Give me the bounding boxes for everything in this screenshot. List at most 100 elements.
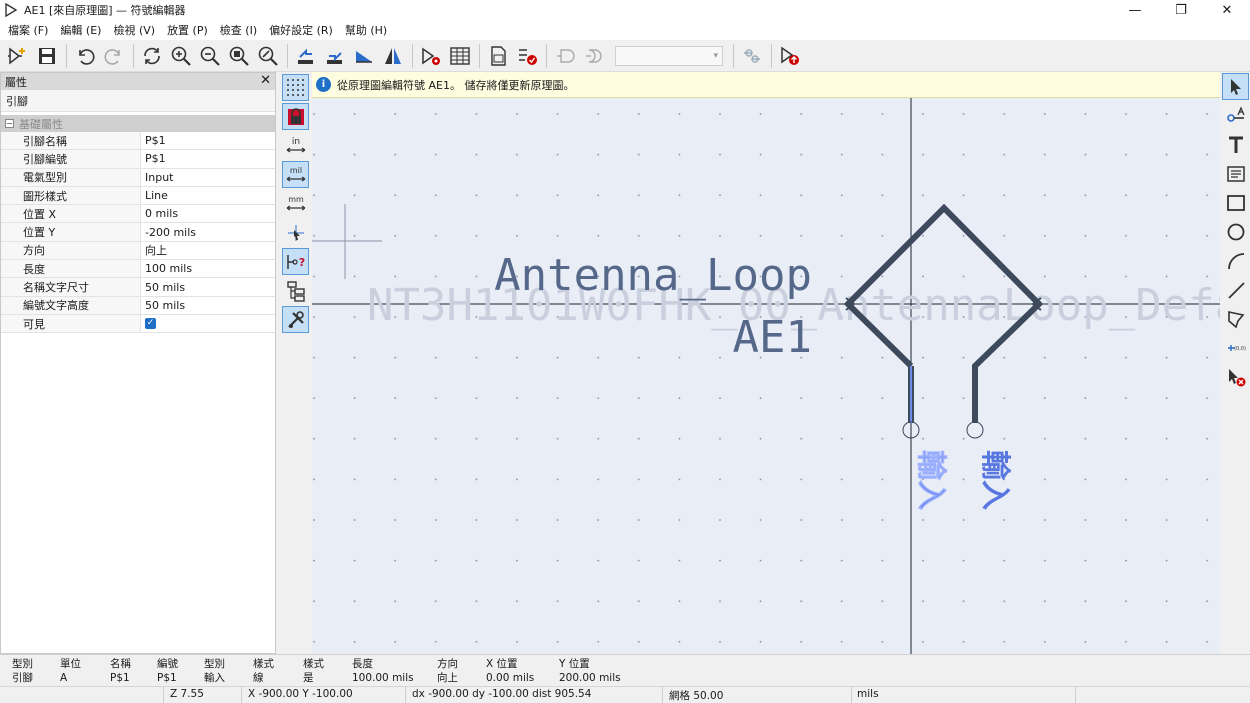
show-pin-types-button[interactable]: ?	[282, 248, 309, 275]
unit-selector[interactable]: ▾	[615, 45, 723, 66]
position-x-field[interactable]: 0 mils	[141, 205, 275, 222]
pin-2-type-label[interactable]: 輸入	[977, 450, 1012, 510]
minimize-button[interactable]: —	[1112, 0, 1158, 20]
update-schematic-button[interactable]	[776, 42, 803, 69]
reference-text[interactable]: AE1	[733, 312, 812, 363]
msg-header: 樣式	[303, 658, 324, 670]
symbol-properties-icon	[421, 47, 440, 65]
check-symbol-button[interactable]	[513, 42, 540, 69]
symbol-properties-button[interactable]	[417, 42, 444, 69]
zoom-out-icon	[200, 46, 220, 66]
zoom-objects-button[interactable]	[254, 42, 281, 69]
rotate-button[interactable]	[350, 42, 377, 69]
save-to-library-button[interactable]	[321, 42, 348, 69]
grid-override-button[interactable]	[282, 103, 309, 130]
pin-number-field[interactable]: P$1	[141, 150, 275, 167]
zoom-in-button[interactable]	[167, 42, 194, 69]
orientation-field[interactable]: 向上	[141, 242, 275, 259]
maximize-button[interactable]: ❐	[1158, 0, 1204, 20]
deMorgan-alternate-button[interactable]	[580, 42, 607, 69]
graphic-style-field[interactable]: Line	[141, 187, 275, 204]
position-y-field[interactable]: -200 mils	[141, 223, 275, 240]
pin-table-button[interactable]	[446, 42, 473, 69]
select-tool-button[interactable]	[1222, 73, 1249, 100]
units-mm-button[interactable]: mm	[282, 190, 309, 217]
demorgan-alternate-icon	[585, 48, 602, 63]
property-key: 編號文字高度	[1, 296, 141, 314]
menu-preferences[interactable]: 偏好設定 (R)	[263, 22, 339, 38]
status-separator	[241, 687, 242, 703]
polygon-icon	[1227, 310, 1244, 328]
refresh-button[interactable]	[138, 42, 165, 69]
close-window-button[interactable]: ✕	[1204, 0, 1250, 20]
add-circle-button[interactable]	[1222, 218, 1249, 245]
menu-edit[interactable]: 編輯 (E)	[54, 22, 107, 38]
new-symbol-button[interactable]	[4, 42, 31, 69]
toggle-grid-button[interactable]	[282, 74, 309, 101]
properties-panel-toggle-button[interactable]	[282, 306, 309, 333]
symbol-canvas[interactable]: NT3H1101W0FHK_00_AntennaLoop_Default_CLA…	[312, 98, 1220, 654]
menu-place[interactable]: 放置 (P)	[161, 22, 214, 38]
msg-header: X 位置	[486, 658, 518, 670]
add-arc-button[interactable]	[1222, 247, 1249, 274]
datasheet-button[interactable]	[484, 42, 511, 69]
electrical-type-field[interactable]: Input	[141, 169, 275, 186]
menu-file[interactable]: 檔案 (F)	[2, 22, 54, 38]
circle-icon	[1227, 223, 1244, 240]
pin-icon	[1226, 105, 1245, 122]
sync-pins-button[interactable]	[738, 42, 765, 69]
msg-col: 名稱 P$1	[110, 657, 131, 685]
load-from-library-button[interactable]	[292, 42, 319, 69]
right-toolbar: (0,0)	[1220, 72, 1250, 654]
window-title: AE1 [來自原理圖] — 符號編輯器	[24, 4, 186, 17]
mils-label: mil	[289, 166, 301, 175]
menu-help[interactable]: 幫助 (H)	[339, 22, 393, 38]
hierarchy-navigator-button[interactable]	[282, 277, 309, 304]
pin-1-type-label[interactable]: 輸入	[913, 450, 949, 511]
canvas-drawing[interactable]: NT3H1101W0FHK_00_AntennaLoop_Default_CLA…	[312, 98, 1220, 654]
length-field[interactable]: 100 mils	[141, 260, 275, 277]
cursor-style-button[interactable]	[282, 219, 309, 246]
info-icon: i	[316, 77, 331, 92]
anchor-icon: (0,0)	[1227, 344, 1245, 352]
toolbar-separator	[479, 43, 480, 68]
zoom-out-button[interactable]	[196, 42, 223, 69]
number-text-height-field[interactable]: 50 mils	[141, 297, 275, 314]
zoom-fit-button[interactable]	[225, 42, 252, 69]
symbol-name-text[interactable]: Antenna_Loop	[494, 250, 812, 301]
units-mils-button[interactable]: mil	[282, 161, 309, 188]
redo-button[interactable]	[100, 42, 127, 69]
add-pin-button[interactable]	[1222, 102, 1249, 129]
collapse-icon[interactable]: −	[5, 119, 14, 128]
property-group-header[interactable]: − 基礎屬性	[1, 115, 275, 132]
units-inches-button[interactable]: in	[282, 132, 309, 159]
add-line-button[interactable]	[1222, 276, 1249, 303]
pin-name-field[interactable]: P$1	[141, 132, 275, 149]
undo-button[interactable]	[71, 42, 98, 69]
menu-view[interactable]: 檢視 (V)	[107, 22, 161, 38]
toolbar-separator	[66, 43, 67, 68]
lock-grid-icon	[287, 107, 304, 125]
msg-col: 樣式是	[303, 657, 324, 685]
delete-tool-button[interactable]	[1222, 363, 1249, 390]
menu-inspect[interactable]: 檢查 (I)	[214, 22, 263, 38]
add-polygon-button[interactable]	[1222, 305, 1249, 332]
left-toolbar: in mil mm ?	[278, 72, 312, 654]
save-button[interactable]	[33, 42, 60, 69]
deMorgan-standard-button[interactable]	[551, 42, 578, 69]
mirror-button[interactable]	[379, 42, 406, 69]
rotate-icon	[355, 50, 372, 63]
delete-icon	[1228, 368, 1245, 386]
add-textbox-button[interactable]	[1222, 160, 1249, 187]
add-text-button[interactable]	[1222, 131, 1249, 158]
new-symbol-icon	[7, 46, 25, 65]
status-separator	[405, 687, 406, 703]
mirror-icon	[384, 47, 401, 64]
add-rectangle-button[interactable]	[1222, 189, 1249, 216]
property-key: 引腳名稱	[1, 132, 141, 150]
name-text-size-field[interactable]: 50 mils	[141, 278, 275, 295]
visible-checkbox[interactable]: ✓	[145, 318, 156, 330]
set-anchor-button[interactable]: (0,0)	[1222, 334, 1249, 361]
close-panel-icon[interactable]: ✕	[260, 73, 271, 88]
msg-col: Y 位置 200.00 mils	[559, 657, 621, 685]
